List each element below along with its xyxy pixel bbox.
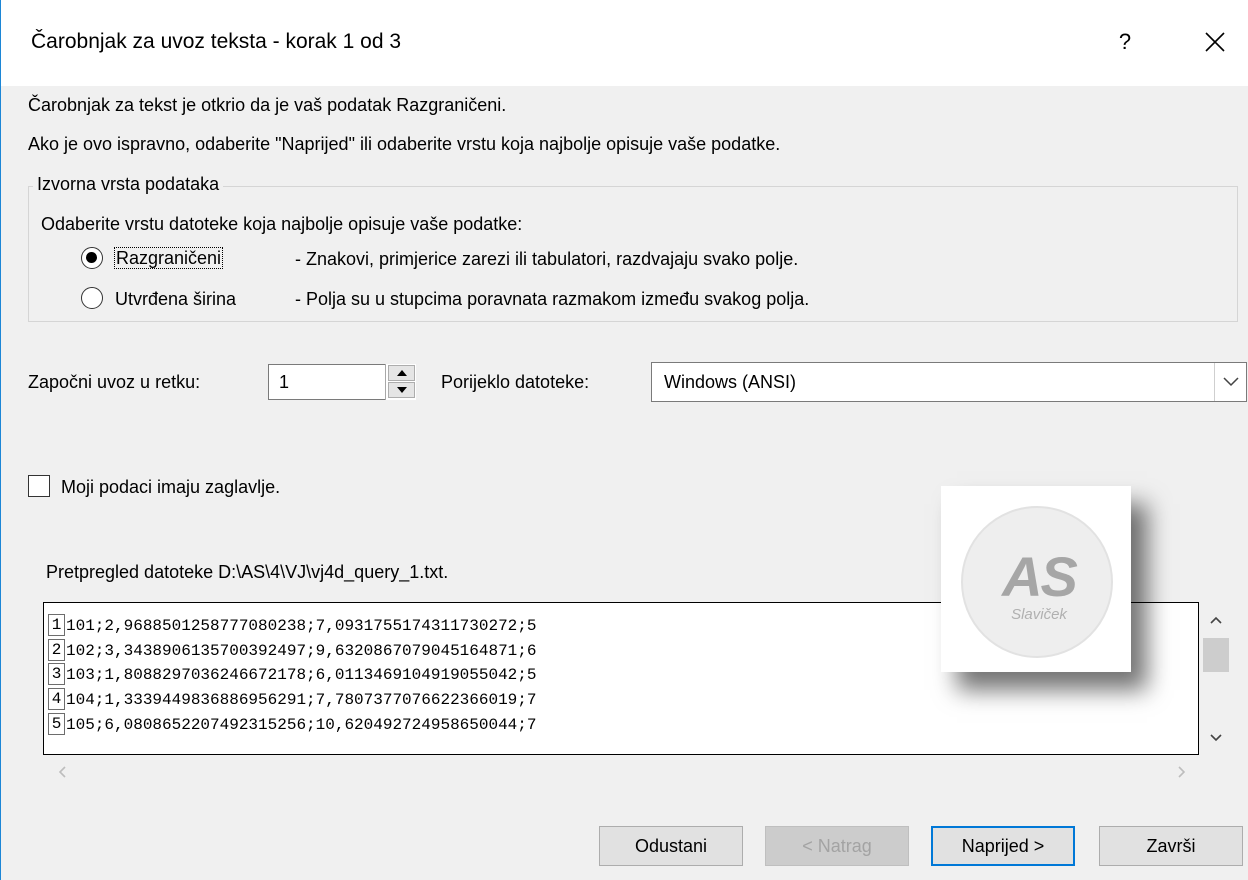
arrow-up-icon [397, 370, 407, 376]
window-title: Čarobnjak za uvoz teksta - korak 1 od 3 [31, 30, 402, 53]
intro-detected-text: Čarobnjak za tekst je otkrio da je vaš p… [28, 95, 507, 115]
arrow-down-icon [397, 387, 407, 393]
scroll-down-button[interactable] [1206, 728, 1226, 748]
headers-checkbox[interactable] [28, 475, 50, 497]
file-origin-select[interactable]: Windows (ANSI) [651, 362, 1247, 402]
preview-row-number: 1 [48, 614, 65, 636]
help-button[interactable]: ? [1105, 22, 1145, 62]
file-origin-value: Windows (ANSI) [664, 372, 797, 392]
preview-horizontal-scrollbar[interactable] [43, 757, 1199, 787]
cancel-button[interactable]: Odustani [599, 826, 743, 866]
file-origin-dropdown-button[interactable] [1214, 363, 1246, 401]
headers-checkbox-label[interactable]: Moji podaci imaju zaglavlje. [61, 477, 280, 498]
spin-down-button[interactable] [388, 382, 415, 398]
back-button[interactable]: < Natrag [765, 826, 909, 866]
chevron-right-icon [1178, 766, 1186, 778]
start-row-label: Započni uvoz u retku: [28, 372, 201, 392]
radio-delimited[interactable] [81, 247, 103, 269]
preview-row: 5 105;6,0808652207492315256;10,6204927249… [48, 713, 536, 737]
preview-row-text: 104;1,3339449836886956291;7,780737707662… [66, 691, 537, 709]
chevron-up-icon [1210, 616, 1222, 624]
radio-delimited-description: - Znakovi, primjerice zarezi ili tabulat… [295, 249, 799, 269]
chevron-down-icon [1210, 734, 1222, 742]
preview-row-text: 103;1,8088297036246672178;6,011346910491… [66, 666, 537, 684]
intro-instruction-text: Ako je ovo ispravno, odaberite "Naprijed… [28, 134, 781, 154]
finish-button[interactable]: Završi [1099, 826, 1243, 866]
watermark-as-text: AS [1002, 545, 1078, 608]
watermark-logo: AS Slaviček [941, 486, 1131, 672]
radio-fixed-width-label[interactable]: Utvrđena širina [115, 289, 236, 310]
preview-vertical-scrollbar[interactable] [1200, 602, 1232, 755]
watermark-circle: AS Slaviček [961, 506, 1113, 658]
preview-row: 3 103;1,8088297036246672178;6,01134691049… [48, 663, 536, 687]
radio-fixed-width-description: - Polja su u stupcima poravnata razmakom… [295, 289, 810, 309]
close-icon [1205, 32, 1225, 52]
title-bar: Čarobnjak za uvoz teksta - korak 1 od 3 … [1, 0, 1248, 86]
text-import-wizard-dialog: Čarobnjak za uvoz teksta - korak 1 od 3 … [0, 0, 1248, 880]
source-type-prompt: Odaberite vrstu datoteke koja najbolje o… [41, 214, 523, 234]
start-row-value: 1 [279, 372, 290, 392]
preview-row-text: 101;2,9688501258777080238;7,093175517431… [66, 617, 537, 635]
scroll-left-button[interactable] [53, 762, 73, 782]
preview-row: 4 104;1,3339449836886956291;7,78073770766… [48, 688, 536, 712]
scroll-right-button[interactable] [1171, 762, 1191, 782]
chevron-left-icon [58, 766, 66, 778]
preview-title: Pretpregled datoteke D:\AS\4\VJ\vj4d_que… [46, 562, 449, 582]
start-row-spinner [385, 364, 416, 400]
source-type-legend: Izvorna vrsta podataka [33, 174, 224, 195]
preview-row-number: 5 [48, 713, 65, 735]
radio-delimited-label[interactable]: Razgraničeni [114, 247, 224, 269]
next-button[interactable]: Naprijed > [931, 826, 1075, 866]
preview-row: 1 101;2,9688501258777080238;7,09317551743… [48, 614, 536, 638]
preview-row-text: 105;6,0808652207492315256;10,62049272495… [66, 716, 537, 734]
scroll-up-button[interactable] [1206, 610, 1226, 630]
scroll-thumb[interactable] [1203, 638, 1229, 672]
preview-row-number: 2 [48, 639, 65, 661]
file-origin-label: Porijeklo datoteke: [441, 372, 590, 392]
watermark-name: Slaviček [1011, 606, 1067, 623]
close-button[interactable] [1195, 22, 1235, 62]
preview-row: 2 102;3,3438906135700392497;9,63208670790… [48, 639, 536, 663]
preview-row-number: 3 [48, 663, 65, 685]
preview-row-number: 4 [48, 688, 65, 710]
radio-fixed-width[interactable] [81, 287, 103, 309]
preview-row-text: 102;3,3438906135700392497;9,632086707904… [66, 642, 537, 660]
chevron-down-icon [1223, 377, 1239, 387]
spin-up-button[interactable] [388, 365, 415, 381]
